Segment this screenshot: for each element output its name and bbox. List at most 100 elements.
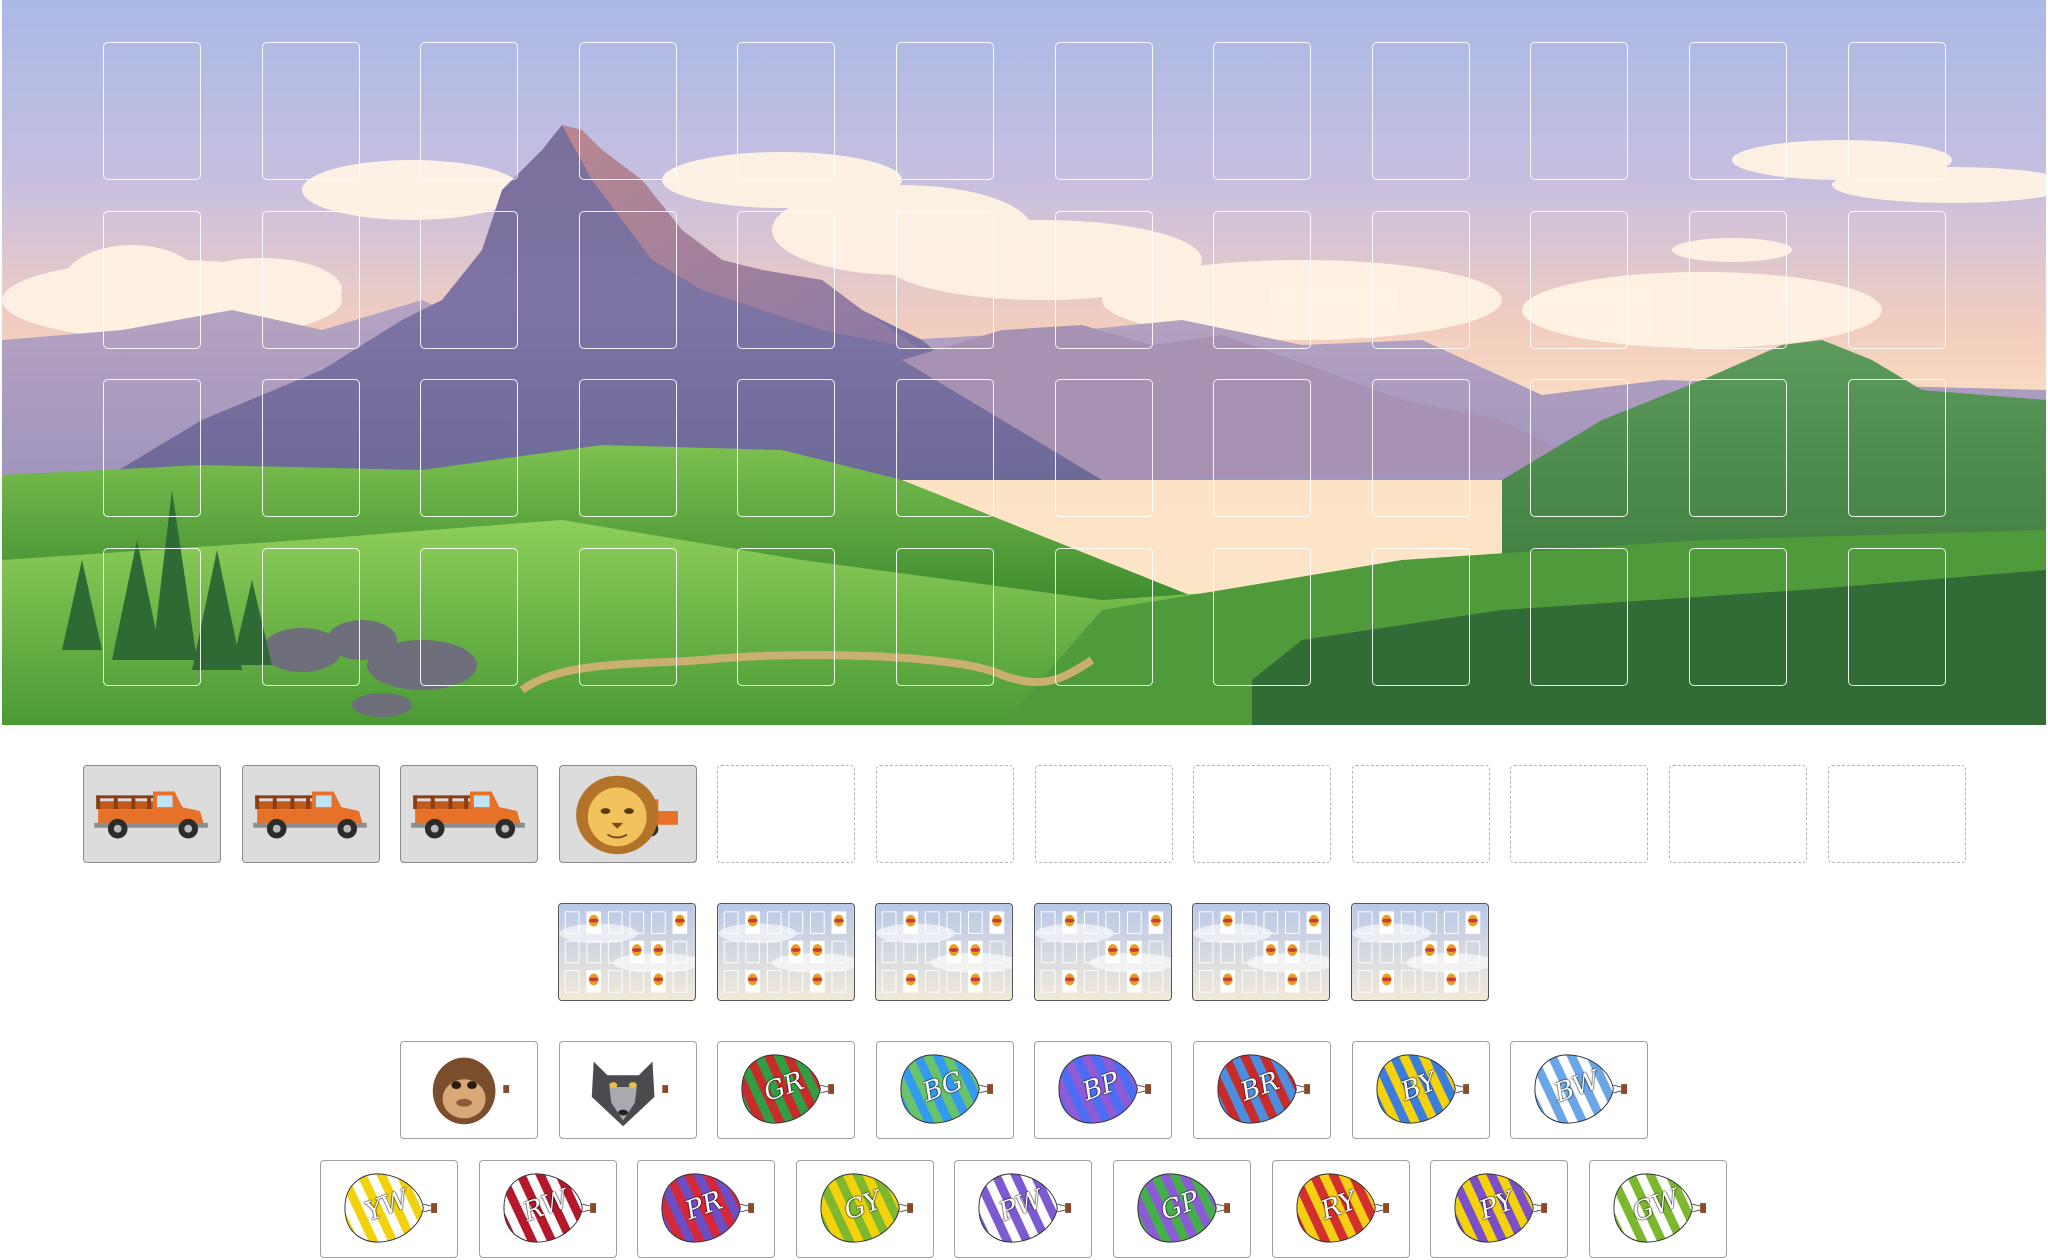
board-slot[interactable] <box>578 547 677 686</box>
mini-board-card[interactable] <box>1192 903 1331 1001</box>
board-slot[interactable] <box>1530 42 1629 180</box>
board-slot[interactable] <box>103 379 201 517</box>
board-slot[interactable] <box>420 42 519 180</box>
mini-board-card[interactable] <box>716 903 855 1001</box>
board-slot[interactable] <box>1054 210 1153 349</box>
hand-slot-empty[interactable] <box>1669 765 1807 863</box>
board-slot[interactable] <box>1847 42 1946 180</box>
balloon-card-gw[interactable]: GW <box>1588 1160 1727 1258</box>
board-slot[interactable] <box>261 42 360 180</box>
hand-slot-empty[interactable] <box>1193 765 1332 863</box>
board-slot[interactable] <box>578 210 677 349</box>
mini-board-card[interactable] <box>558 903 696 1001</box>
board-slot[interactable] <box>1054 42 1153 180</box>
board-slot[interactable] <box>578 379 677 517</box>
board-slot[interactable] <box>1371 210 1470 349</box>
balloon-card-pr[interactable]: PR <box>637 1160 776 1258</box>
board-slot[interactable] <box>1213 379 1312 517</box>
board-slot[interactable] <box>420 547 519 686</box>
balloon-card-br[interactable]: BR <box>1193 1041 1331 1139</box>
balloon-card-bp[interactable]: BP <box>1034 1041 1173 1139</box>
mini-board-icon <box>559 904 695 1000</box>
board-slot[interactable] <box>896 547 994 686</box>
board-slot[interactable] <box>1530 210 1629 349</box>
board-slot[interactable] <box>578 42 677 180</box>
board-slot[interactable] <box>261 379 360 517</box>
truck-icon <box>94 791 208 839</box>
hand-card-lion[interactable] <box>558 765 697 863</box>
board-slot[interactable] <box>1054 547 1153 686</box>
mini-board-icon <box>1193 904 1330 1000</box>
board-slot[interactable] <box>896 210 994 349</box>
board-slot[interactable] <box>737 379 836 517</box>
board-slot[interactable] <box>1689 379 1787 517</box>
balloon-card-gr[interactable]: GR <box>717 1041 856 1139</box>
monkey-card[interactable] <box>400 1041 538 1139</box>
balloon-icon <box>1217 1054 1310 1124</box>
hand-card-truck[interactable] <box>83 765 221 863</box>
balloon-icon <box>503 1173 596 1243</box>
board-slot[interactable] <box>737 547 836 686</box>
balloon-card-rw[interactable]: RW <box>478 1160 617 1258</box>
board-slot[interactable] <box>737 210 836 349</box>
hand-slot-empty[interactable] <box>876 765 1014 863</box>
balloon-card-py[interactable]: PY <box>1430 1160 1569 1258</box>
mini-board-card[interactable] <box>875 903 1014 1001</box>
board-slot[interactable] <box>1054 379 1153 517</box>
board-slot[interactable] <box>737 42 836 180</box>
board-slot[interactable] <box>1847 210 1946 349</box>
board-slot[interactable] <box>1213 547 1312 686</box>
balloon-card-ry[interactable]: RY <box>1271 1160 1410 1258</box>
mini-board-card[interactable] <box>1351 903 1489 1001</box>
board-slot[interactable] <box>1530 379 1629 517</box>
wolf-card[interactable] <box>558 1041 697 1139</box>
game-board <box>2 0 2046 725</box>
board-slot[interactable] <box>1371 547 1470 686</box>
board-slot[interactable] <box>1847 379 1946 517</box>
board-slot[interactable] <box>1689 210 1787 349</box>
hand-slot-empty[interactable] <box>1034 765 1173 863</box>
balloon-card-bw[interactable]: BW <box>1510 1041 1649 1139</box>
board-slot[interactable] <box>103 42 201 180</box>
mini-board-icon <box>876 904 1013 1000</box>
truck-icon <box>411 791 526 839</box>
balloon-icon <box>1613 1173 1706 1243</box>
board-slot[interactable] <box>896 379 994 517</box>
board-slot[interactable] <box>261 547 360 686</box>
balloon-card-gp[interactable]: GP <box>1113 1160 1251 1258</box>
balloon-icon <box>1534 1054 1628 1124</box>
board-slot[interactable] <box>261 210 360 349</box>
balloon-icon <box>900 1054 993 1124</box>
board-slot[interactable] <box>420 379 519 517</box>
board-slot[interactable] <box>1371 42 1470 180</box>
balloon-card-bg[interactable]: BG <box>875 1041 1014 1139</box>
hand-card-truck[interactable] <box>241 765 380 863</box>
mini-board-card[interactable] <box>1033 903 1172 1001</box>
board-slot[interactable] <box>103 547 201 686</box>
balloon-card-by[interactable]: BY <box>1351 1041 1490 1139</box>
balloon-icon <box>1058 1054 1152 1124</box>
balloon-card-gy[interactable]: GY <box>795 1160 934 1258</box>
board-slot[interactable] <box>1689 547 1787 686</box>
board-slot[interactable] <box>1530 547 1629 686</box>
balloon-icon <box>820 1173 913 1243</box>
board-slot[interactable] <box>1847 547 1946 686</box>
balloon-icon <box>661 1173 755 1243</box>
board-slot[interactable] <box>1689 42 1787 180</box>
board-slot[interactable] <box>1213 42 1312 180</box>
board-slot[interactable] <box>1371 379 1470 517</box>
balloon-card-pw[interactable]: PW <box>954 1160 1093 1258</box>
truck-icon <box>252 791 367 839</box>
hand-card-truck[interactable] <box>400 765 539 863</box>
hand-slot-empty[interactable] <box>1351 765 1490 863</box>
hand-slot-empty[interactable] <box>1510 765 1649 863</box>
mini-board-icon <box>718 904 854 1000</box>
board-slot[interactable] <box>420 210 519 349</box>
balloon-icon <box>1376 1054 1469 1124</box>
board-slot[interactable] <box>896 42 994 180</box>
hand-slot-empty[interactable] <box>717 765 856 863</box>
board-slot[interactable] <box>1213 210 1312 349</box>
balloon-card-yw[interactable]: YW <box>320 1160 458 1258</box>
board-slot[interactable] <box>103 210 201 349</box>
hand-slot-empty[interactable] <box>1827 765 1966 863</box>
